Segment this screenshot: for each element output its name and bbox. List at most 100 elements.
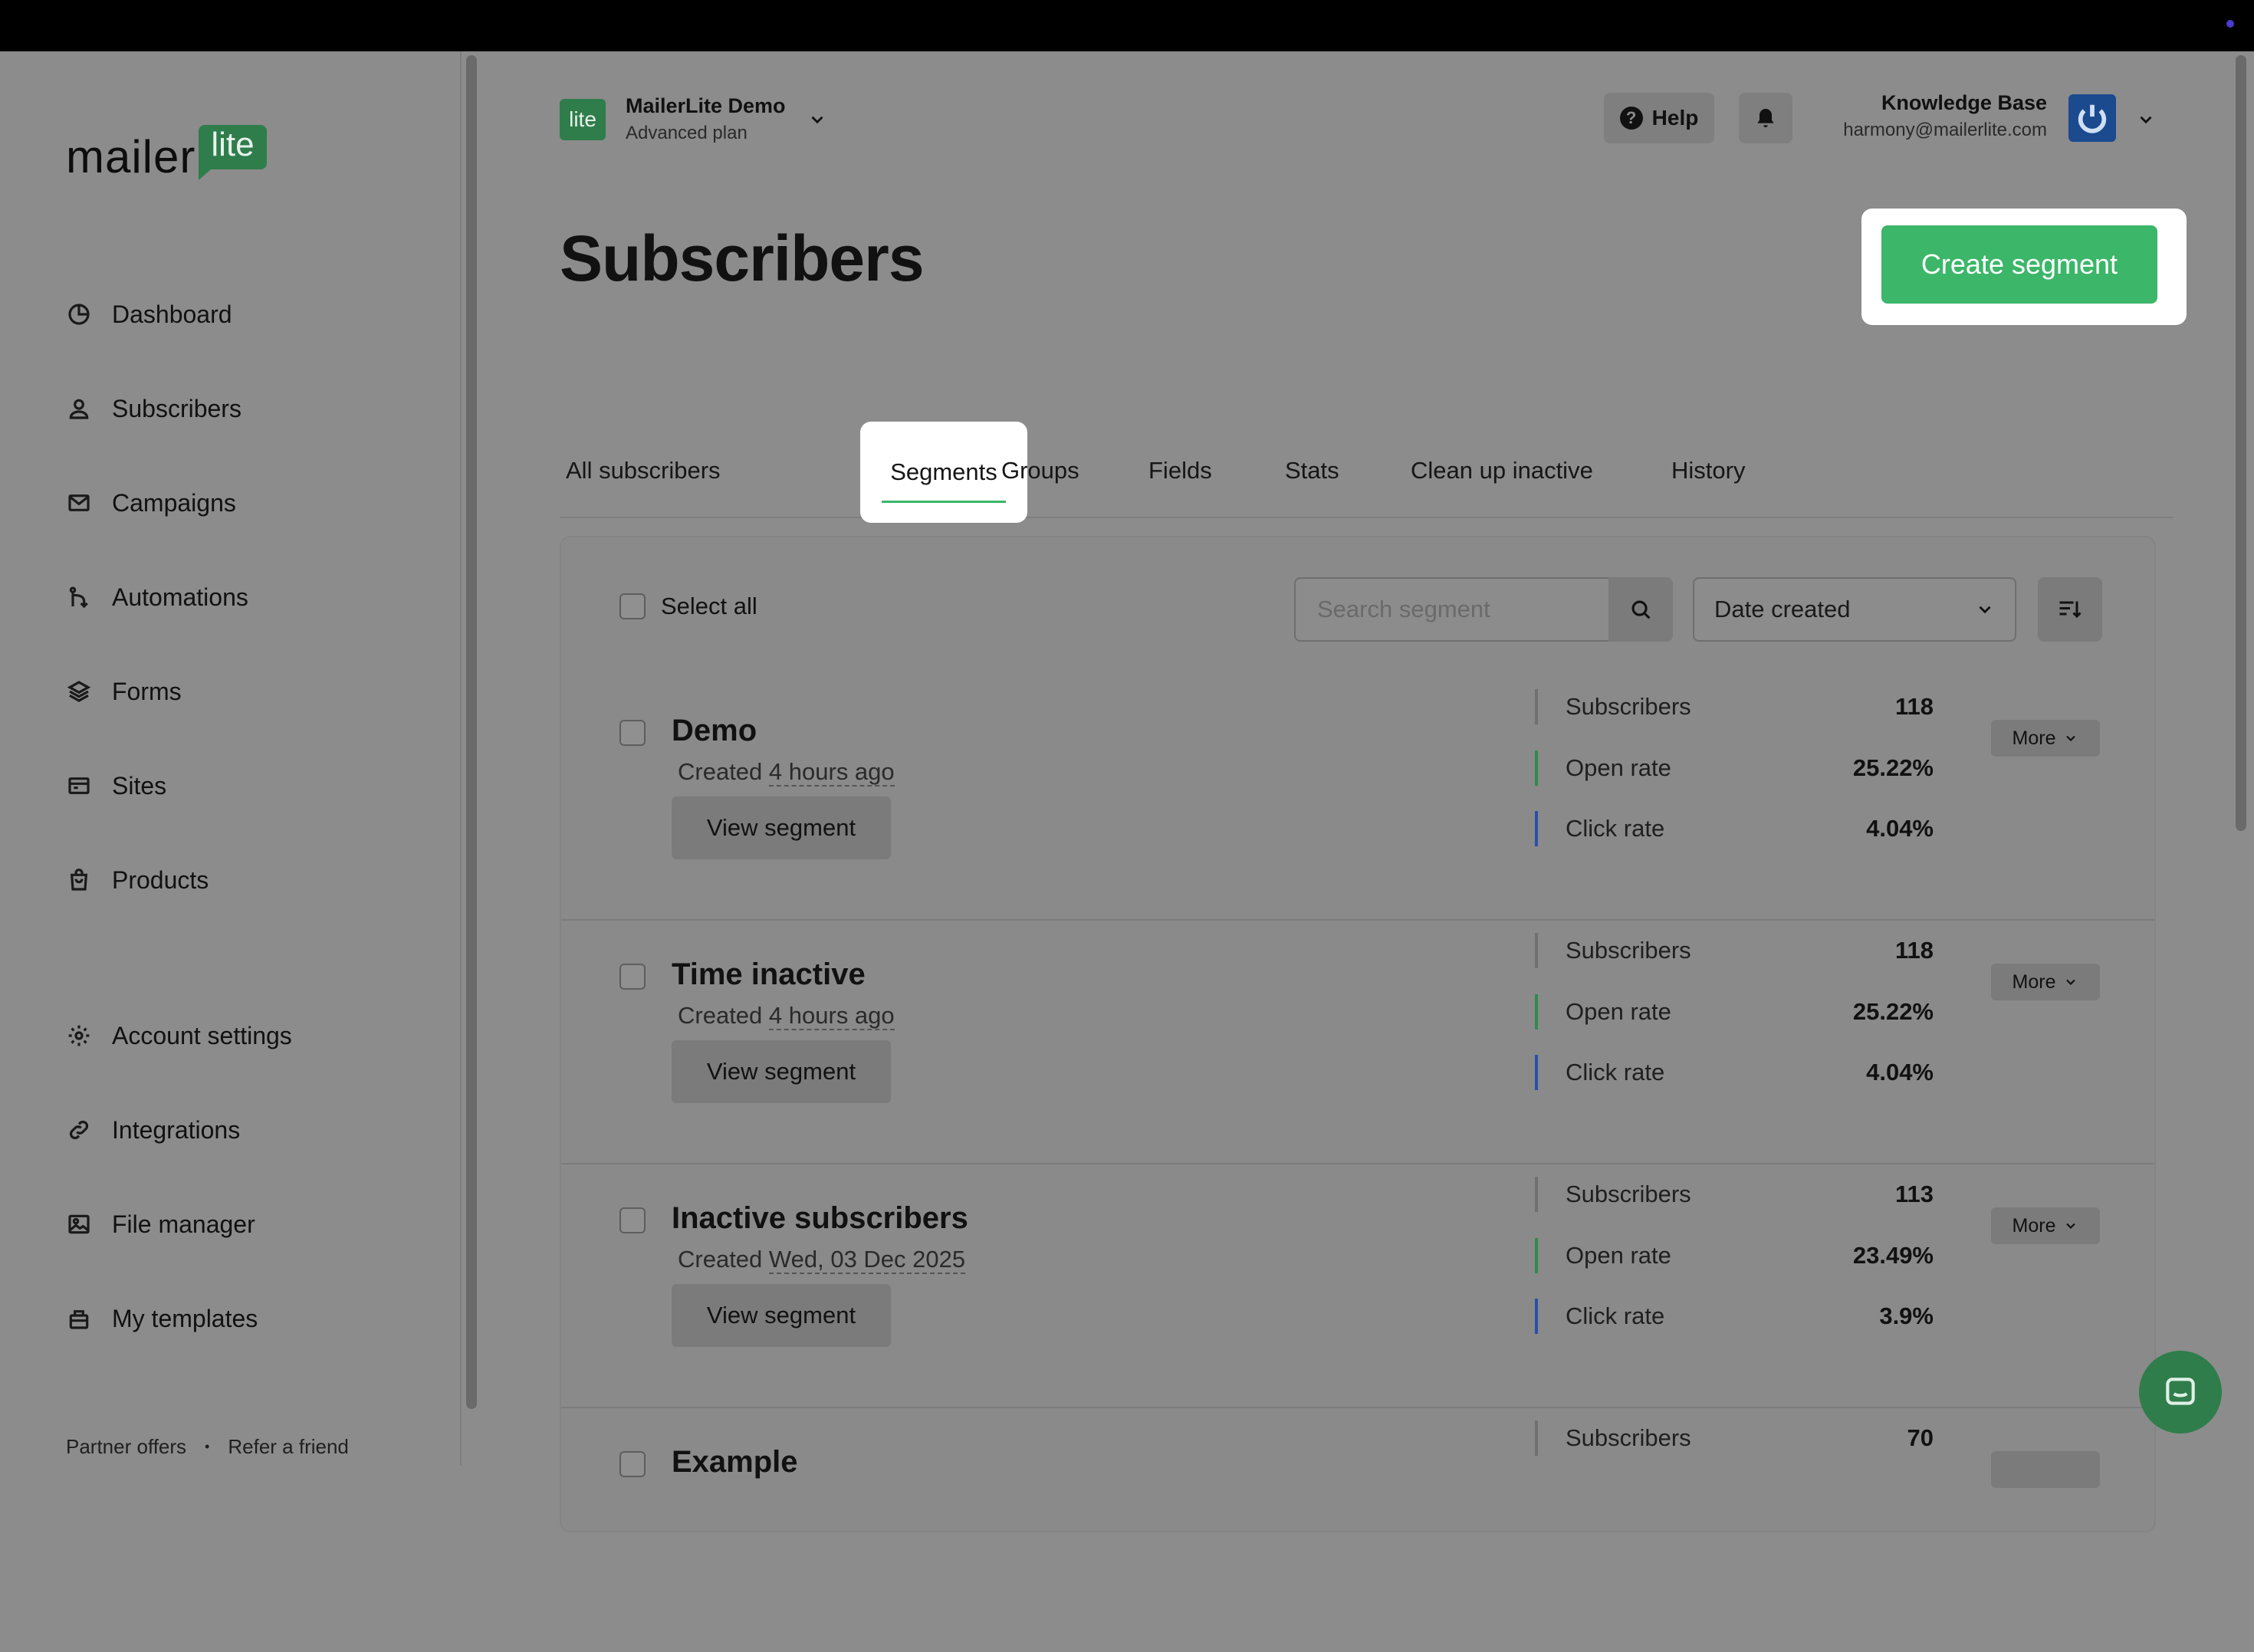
stat-label: Click rate <box>1566 1059 1665 1085</box>
segment-name[interactable]: Demo <box>672 714 757 748</box>
account-name: MailerLite Demo <box>626 94 786 117</box>
select-all-label: Select all <box>661 593 757 619</box>
select-all[interactable]: Select all <box>619 593 757 620</box>
created-prefix: Created <box>678 758 763 785</box>
created-prefix: Created <box>678 1246 763 1273</box>
chevron-down-icon[interactable] <box>2136 110 2156 130</box>
automation-icon <box>66 584 92 610</box>
search-button[interactable] <box>1608 577 1673 642</box>
tab-groups[interactable]: Groups <box>1001 423 1079 518</box>
stat-label: Open rate <box>1566 754 1671 781</box>
create-segment-button[interactable]: Create segment <box>1881 225 2157 304</box>
sidebar-item-sites[interactable]: Sites <box>66 763 166 809</box>
sidebar-scrollbar[interactable] <box>466 55 477 1409</box>
stat-bar <box>1535 1177 1538 1212</box>
footer-separator: • <box>205 1439 210 1454</box>
view-segment-button[interactable]: View segment <box>672 1040 891 1103</box>
main-scrollbar[interactable] <box>2236 55 2246 831</box>
tab-all-subscribers[interactable]: All subscribers <box>566 423 721 518</box>
segment-name[interactable]: Example <box>672 1445 798 1480</box>
sidebar-footer: Partner offers • Refer a friend <box>66 1435 349 1459</box>
view-segment-button[interactable]: View segment <box>672 796 891 859</box>
sort-direction-button[interactable] <box>2038 577 2102 642</box>
more-button[interactable]: More <box>1991 1207 2100 1244</box>
sidebar-item-dashboard[interactable]: Dashboard <box>66 291 232 337</box>
stat-value: 4.04% <box>1866 815 1934 842</box>
stat-open-rate: Open rate 25.22% <box>1535 994 1934 1030</box>
tab-clean-up-inactive[interactable]: Clean up inactive <box>1411 423 1593 518</box>
page-title: Subscribers <box>560 222 925 294</box>
chat-icon <box>2166 1378 2195 1405</box>
search-input[interactable]: Search segment <box>1294 577 1608 642</box>
account-logo-badge: lite <box>560 98 606 140</box>
mailerlite-logo[interactable]: mailer lite <box>66 119 267 180</box>
help-label: Help <box>1651 106 1699 130</box>
stat-label: Subscribers <box>1566 937 1691 964</box>
sidebar-item-file-manager[interactable]: File manager <box>66 1201 255 1247</box>
created-date: 4 hours ago <box>768 1002 895 1030</box>
bell-icon <box>1757 109 1774 127</box>
partner-offers-link[interactable]: Partner offers <box>66 1435 186 1459</box>
sidebar-item-account-settings[interactable]: Account settings <box>66 1013 292 1059</box>
envelope-icon <box>66 490 92 516</box>
sort-icon <box>2059 601 2082 619</box>
stat-bar <box>1535 1055 1538 1090</box>
avatar[interactable] <box>2068 94 2116 142</box>
subscriber-tabs: All subscribers Segments Groups Fields S… <box>560 422 2173 523</box>
help-button[interactable]: ? Help <box>1604 93 1714 143</box>
tab-fields[interactable]: Fields <box>1148 423 1212 518</box>
segment-checkbox[interactable] <box>619 1451 646 1477</box>
sidebar-item-campaigns[interactable]: Campaigns <box>66 480 236 526</box>
sidebar-item-products[interactable]: Products <box>66 857 209 903</box>
stat-subscribers: Subscribers 118 <box>1535 933 1934 968</box>
stat-label: Subscribers <box>1566 1424 1691 1451</box>
gear-icon <box>66 1023 92 1049</box>
segment-row: Time inactive Created 4 hours ago View s… <box>561 921 2154 1164</box>
user-icon <box>66 396 92 422</box>
stat-subscribers: Subscribers 118 <box>1535 689 1934 724</box>
view-segment-button[interactable]: View segment <box>672 1284 891 1347</box>
notifications-button[interactable] <box>1739 93 1792 143</box>
chat-button[interactable] <box>2139 1351 2222 1434</box>
sort-select[interactable]: Date created <box>1693 577 2016 642</box>
segment-checkbox[interactable] <box>619 964 646 990</box>
more-button[interactable]: More <box>1991 964 2100 1000</box>
refer-friend-link[interactable]: Refer a friend <box>228 1435 349 1459</box>
tab-history[interactable]: History <box>1671 423 1745 518</box>
account-switcher[interactable]: lite MailerLite Demo Advanced plan <box>560 94 827 144</box>
sidebar-item-integrations[interactable]: Integrations <box>66 1107 240 1153</box>
segment-name[interactable]: Time inactive <box>672 957 866 992</box>
segment-checkbox[interactable] <box>619 1207 646 1233</box>
dashboard-icon <box>66 301 92 327</box>
sidebar-item-label: Forms <box>112 677 182 705</box>
segment-created: Created 4 hours ago <box>678 1002 895 1030</box>
stat-open-rate: Open rate 25.22% <box>1535 750 1934 786</box>
chevron-down-icon <box>1979 606 1991 614</box>
sidebar-item-automations[interactable]: Automations <box>66 574 248 620</box>
user-info[interactable]: Knowledge Base harmony@mailerlite.com <box>1820 91 2047 141</box>
more-button[interactable]: More <box>1991 720 2100 757</box>
segment-created: Created Wed, 03 Dec 2025 <box>678 1246 966 1274</box>
stat-value: 70 <box>1907 1424 1934 1451</box>
created-date: Wed, 03 Dec 2025 <box>768 1246 966 1274</box>
template-icon <box>66 1306 92 1332</box>
sidebar-item-subscribers[interactable]: Subscribers <box>66 386 242 432</box>
sidebar-item-label: Automations <box>112 583 248 611</box>
chevron-down-icon <box>2066 979 2076 986</box>
search-icon <box>1631 600 1651 619</box>
segment-name[interactable]: Inactive subscribers <box>672 1201 968 1236</box>
more-button[interactable] <box>1991 1451 2100 1488</box>
sidebar-item-my-templates[interactable]: My templates <box>66 1296 258 1342</box>
sidebar-item-forms[interactable]: Forms <box>66 668 182 714</box>
more-label: More <box>2012 971 2056 993</box>
select-all-checkbox[interactable] <box>619 593 646 619</box>
question-icon: ? <box>1619 107 1643 130</box>
tab-stats[interactable]: Stats <box>1285 423 1339 518</box>
stat-label: Subscribers <box>1566 693 1691 720</box>
segment-row: Example Subscribers 70 <box>561 1408 2154 1652</box>
sidebar-item-label: My templates <box>112 1304 258 1332</box>
segment-checkbox[interactable] <box>619 720 646 746</box>
segment-row: Inactive subscribers Created Wed, 03 Dec… <box>561 1164 2154 1408</box>
stat-value: 25.22% <box>1852 998 1934 1025</box>
segment-row: Demo Created 4 hours ago View segment Su… <box>561 677 2154 921</box>
